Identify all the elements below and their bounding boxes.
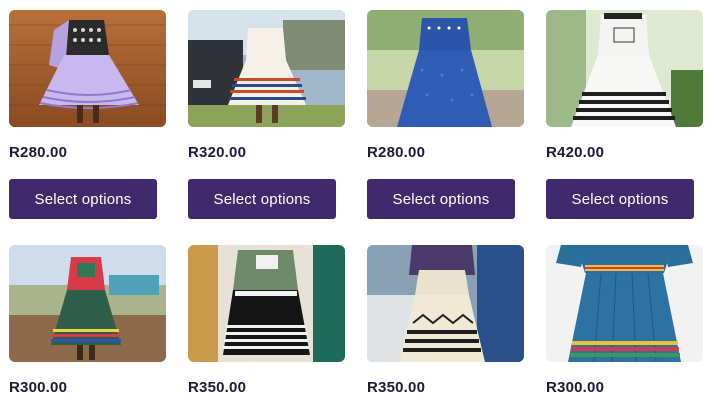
product-image[interactable]: [188, 245, 345, 362]
product-card: R280.00 Select options: [367, 10, 524, 219]
product-price: R320.00: [188, 144, 247, 161]
product-image[interactable]: [9, 245, 166, 362]
product-card: R350.00: [188, 245, 345, 397]
product-image[interactable]: [188, 10, 345, 127]
product-price: R420.00: [546, 144, 605, 161]
select-options-button[interactable]: Select options: [546, 179, 694, 219]
product-price: R280.00: [9, 144, 68, 161]
product-grid: R280.00 Select options R320.00 Select op…: [9, 10, 703, 397]
product-price: R350.00: [188, 379, 247, 396]
product-card: R300.00: [9, 245, 166, 397]
product-card: R350.00: [367, 245, 524, 397]
product-card: R300.00: [546, 245, 703, 397]
product-card: R320.00 Select options: [188, 10, 345, 219]
select-options-button[interactable]: Select options: [367, 179, 515, 219]
product-price: R300.00: [9, 379, 68, 396]
product-price: R280.00: [367, 144, 426, 161]
product-image[interactable]: [546, 245, 703, 362]
select-options-button[interactable]: Select options: [188, 179, 336, 219]
product-card: R420.00 Select options: [546, 10, 703, 219]
product-image[interactable]: [367, 10, 524, 127]
product-card: R280.00 Select options: [9, 10, 166, 219]
product-image[interactable]: [546, 10, 703, 127]
product-image[interactable]: [367, 245, 524, 362]
product-image[interactable]: [9, 10, 166, 127]
product-price: R350.00: [367, 379, 426, 396]
select-options-button[interactable]: Select options: [9, 179, 157, 219]
product-price: R300.00: [546, 379, 605, 396]
